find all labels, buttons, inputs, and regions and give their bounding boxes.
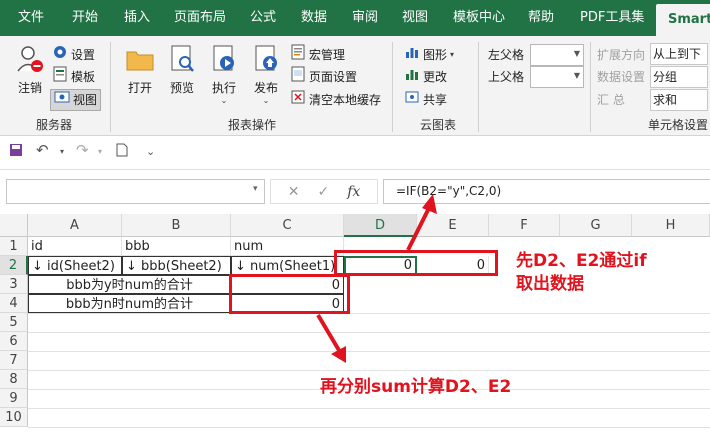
annotation-note-1-line1: 先D2、E2通过if bbox=[516, 251, 647, 271]
annotation-note-1: 先D2、E2通过if 取出数据 bbox=[516, 250, 647, 296]
annotation-note-1-line2: 取出数据 bbox=[516, 274, 584, 294]
annotation-arrows bbox=[316, 194, 437, 363]
annotation-note-2: 再分别sum计算D2、E2 bbox=[320, 377, 512, 397]
